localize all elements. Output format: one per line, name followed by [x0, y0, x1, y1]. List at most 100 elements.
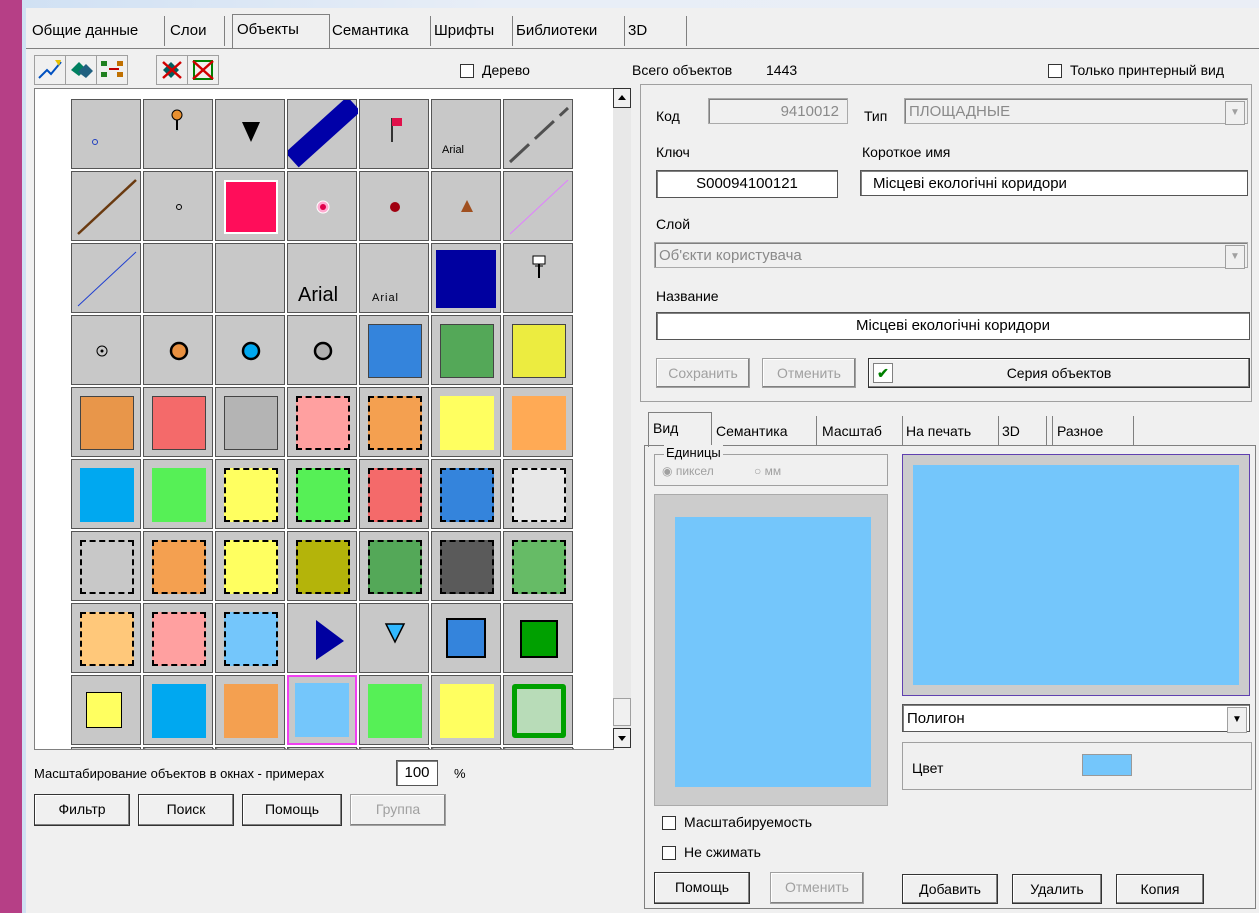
object-cell-swatch[interactable]: [503, 387, 573, 457]
object-cell-swatch[interactable]: [143, 459, 213, 529]
object-cell-swatch[interactable]: [431, 531, 501, 601]
tab-semantics[interactable]: Семантика: [328, 16, 431, 46]
arrange-objects-button[interactable]: [96, 55, 128, 85]
object-cell-pin[interactable]: [143, 99, 213, 169]
object-cell-swatch[interactable]: [71, 747, 141, 749]
unit-pixel-option[interactable]: ◉ пиксел: [662, 464, 714, 478]
object-cell-pink-line[interactable]: [503, 171, 573, 241]
no-compress-checkbox[interactable]: [662, 846, 676, 861]
object-cell-swatch[interactable]: [287, 531, 357, 601]
object-cell-empty-x[interactable]: [431, 747, 503, 749]
tab-3d[interactable]: 3D: [624, 16, 687, 46]
object-cell-swatch[interactable]: [359, 315, 429, 385]
object-cell-swatch[interactable]: [503, 675, 573, 745]
object-cell-swatch[interactable]: [287, 459, 357, 529]
object-cell-swatch[interactable]: [503, 531, 573, 601]
object-cell-swatch[interactable]: [71, 675, 141, 745]
object-cell-swatch[interactable]: [503, 315, 573, 385]
unit-mm-option[interactable]: ○ мм: [754, 464, 781, 478]
object-cell-empty[interactable]: [215, 243, 285, 313]
group-button[interactable]: Группа: [350, 794, 446, 826]
chevron-down-icon[interactable]: ▼: [1227, 707, 1247, 733]
printer-only-checkbox[interactable]: [1048, 64, 1062, 79]
object-cell-swatch[interactable]: [215, 387, 285, 457]
object-cell-selected[interactable]: [287, 675, 357, 745]
object-cell-brown-line[interactable]: [71, 171, 141, 241]
edit-object-button[interactable]: [34, 55, 66, 85]
tree-checkbox[interactable]: [460, 64, 474, 79]
object-cell-empty-x[interactable]: [503, 747, 575, 749]
object-series-button[interactable]: ✔ Серия объектов: [868, 358, 1250, 388]
object-cell-orange-marker[interactable]: [143, 315, 213, 385]
object-cell-navy-square[interactable]: [431, 243, 501, 313]
object-cell-swatch[interactable]: [431, 459, 501, 529]
object-cell-swatch[interactable]: [215, 603, 285, 673]
tab-view-scale[interactable]: Масштаб: [818, 416, 903, 446]
add-button[interactable]: Добавить: [902, 874, 998, 904]
object-cell-swatch[interactable]: [359, 459, 429, 529]
object-cell-text-large[interactable]: Arial: [287, 243, 357, 313]
object-cell-text-small[interactable]: Arial: [431, 99, 501, 169]
object-cell-empty-x[interactable]: [215, 747, 287, 749]
copy-button[interactable]: Копия: [1116, 874, 1204, 904]
object-grid[interactable]: Arial Arial Arial: [34, 88, 614, 750]
object-cell-swatch[interactable]: [215, 531, 285, 601]
object-cell-swatch[interactable]: [503, 459, 573, 529]
object-cell-flag[interactable]: [359, 99, 429, 169]
object-cell-blue-triangle[interactable]: [359, 603, 429, 673]
key-input[interactable]: S00094100121: [656, 170, 838, 198]
tab-view-semantics[interactable]: Семантика: [712, 416, 817, 446]
object-cell-dashed-line[interactable]: [503, 99, 573, 169]
object-cell-swatch[interactable]: [71, 459, 141, 529]
delete-button[interactable]: Удалить: [1012, 874, 1102, 904]
short-name-input[interactable]: Місцеві екологічні коридори: [860, 170, 1248, 196]
help-button[interactable]: Помощь: [242, 794, 342, 826]
search-button[interactable]: Поиск: [138, 794, 234, 826]
printer-only-option[interactable]: Только принтерный вид: [1048, 62, 1224, 79]
object-cell-empty-x[interactable]: [287, 747, 359, 749]
object-cell-red-square[interactable]: [215, 171, 285, 241]
object-cell-blue-marker[interactable]: [215, 315, 285, 385]
object-cell-swatch[interactable]: [431, 315, 501, 385]
scale-input[interactable]: 100: [396, 760, 438, 786]
scalable-option[interactable]: Масштабируемость: [662, 814, 812, 831]
view-cancel-button[interactable]: Отменить: [770, 872, 864, 904]
scroll-down-button[interactable]: [613, 728, 631, 748]
object-cell-swatch[interactable]: [143, 387, 213, 457]
scroll-thumb[interactable]: [613, 698, 631, 726]
tab-general[interactable]: Общие данные: [28, 16, 165, 46]
object-cell-swatch[interactable]: [359, 675, 429, 745]
object-cell-swatch[interactable]: [359, 387, 429, 457]
object-cell-swatch[interactable]: [143, 531, 213, 601]
object-cell-swatch[interactable]: [71, 531, 141, 601]
object-cell-blue-line[interactable]: [285, 96, 361, 169]
object-cell-swatch[interactable]: [503, 603, 573, 673]
tab-fonts[interactable]: Шрифты: [430, 16, 513, 46]
object-cell-gray-marker[interactable]: [287, 315, 357, 385]
tab-layers[interactable]: Слои: [166, 16, 225, 46]
object-cell-swatch[interactable]: [143, 675, 213, 745]
save-button[interactable]: Сохранить: [656, 358, 750, 388]
object-cell-swatch[interactable]: [143, 603, 213, 673]
object-cell-blue-thin-line[interactable]: [71, 243, 141, 313]
object-cell-swatch[interactable]: [215, 675, 285, 745]
object-cell-swatch[interactable]: [71, 387, 141, 457]
shape-select[interactable]: Полигон ▼: [902, 704, 1250, 733]
filter-button[interactable]: Фильтр: [34, 794, 130, 826]
object-cell-empty-x[interactable]: [143, 747, 215, 749]
grid-scrollbar[interactable]: [613, 88, 631, 748]
object-cell-play-triangle[interactable]: [287, 603, 357, 673]
tab-view-misc[interactable]: Разное: [1052, 416, 1134, 446]
object-cell-red-circle[interactable]: [287, 171, 357, 241]
scalable-checkbox[interactable]: [662, 816, 676, 831]
duplicate-object-button[interactable]: [65, 55, 97, 85]
tab-view-print[interactable]: На печать: [902, 416, 999, 446]
object-cell-swatch[interactable]: [359, 531, 429, 601]
object-cell-dark-dot[interactable]: [359, 171, 429, 241]
object-cell-triangle[interactable]: [215, 99, 285, 169]
delete-object-button[interactable]: [156, 55, 188, 85]
object-cell-swatch[interactable]: [431, 675, 501, 745]
tree-option[interactable]: Дерево: [460, 62, 530, 79]
object-cell-point[interactable]: [71, 99, 141, 169]
object-cell-swatch[interactable]: [431, 387, 501, 457]
